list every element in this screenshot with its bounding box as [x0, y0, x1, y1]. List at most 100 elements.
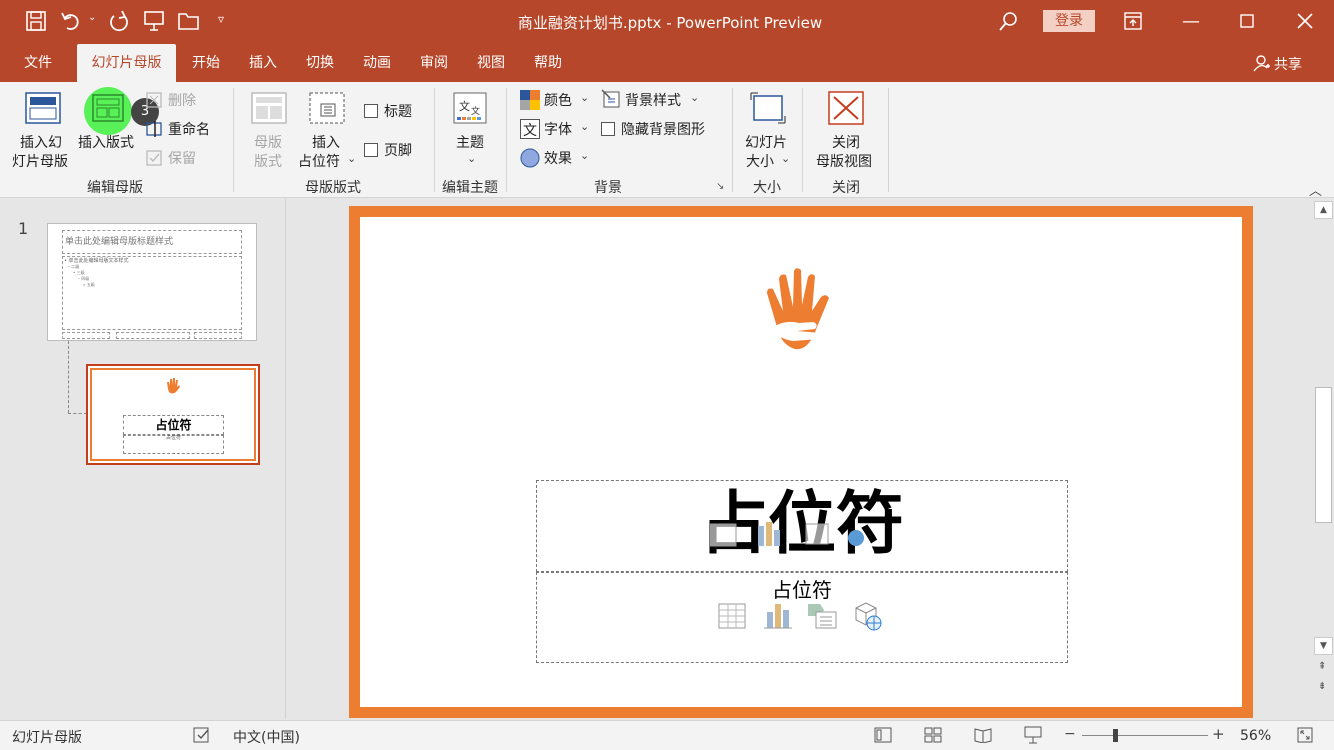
insert-layout-button[interactable]: 插入版式 — [78, 132, 134, 152]
effects-button[interactable]: 效果 — [544, 148, 572, 168]
title-checkbox[interactable]: 标题 — [364, 101, 412, 121]
group-size-label: 大小 — [753, 180, 781, 196]
insert-chart-icon[interactable] — [764, 602, 792, 630]
slide-canvas[interactable]: 占位符 占位符 — [349, 206, 1253, 718]
share-icon[interactable] — [1253, 54, 1271, 72]
insert-slide-master-label-2[interactable]: 灯片母版 — [12, 151, 68, 171]
insert-placeholder-label-2[interactable]: 占位符 — [298, 151, 340, 171]
normal-view-icon[interactable] — [874, 727, 892, 743]
background-styles-button[interactable]: 背景样式 — [625, 90, 681, 110]
language-indicator[interactable]: 中文(中国) — [233, 727, 300, 747]
slide-size-dropdown-icon[interactable]: ⌄ — [781, 152, 790, 165]
master-thumb-text: • 单击此处编辑母版文本样式 — [64, 258, 129, 264]
themes-dropdown-icon[interactable]: ⌄ — [467, 152, 476, 165]
redo-icon[interactable] — [108, 10, 130, 32]
view-name: 幻灯片母版 — [12, 730, 82, 746]
svg-text:文: 文 — [523, 123, 537, 139]
placeholder-dropdown-icon[interactable]: ⌄ — [347, 152, 356, 165]
master-layout-label-2[interactable]: 版式 — [254, 151, 282, 171]
ribbon-tabs: 文件 幻灯片母版 开始 插入 切换 动画 审阅 视图 帮助 共享 — [0, 44, 1334, 82]
scroll-down-icon[interactable]: ▼ — [1314, 637, 1333, 655]
themes-button[interactable]: 主题 — [456, 132, 484, 152]
share-button[interactable]: 共享 — [1274, 54, 1302, 74]
fit-to-window-icon[interactable] — [1297, 727, 1313, 743]
close-icon[interactable] — [1297, 13, 1313, 29]
rename-button[interactable]: 重命名 — [168, 119, 210, 139]
close-master-label-2[interactable]: 母版视图 — [816, 151, 872, 171]
slide-size-label-1[interactable]: 幻灯片 — [745, 132, 787, 152]
present-icon[interactable] — [143, 10, 165, 32]
layout-thumbnail[interactable]: 占位符 占位符 — [86, 364, 260, 465]
separator — [233, 88, 234, 192]
open-folder-icon[interactable] — [178, 11, 200, 31]
undo-dropdown-icon[interactable]: ⌄ — [88, 12, 96, 23]
layout-thumb-sub: 占位符 — [165, 435, 181, 441]
minimize-icon[interactable]: — — [1168, 0, 1214, 44]
slideshow-icon[interactable] — [1024, 726, 1042, 744]
svg-text:文: 文 — [459, 99, 470, 113]
content-placeholder-text[interactable]: 占位符 — [536, 574, 1068, 603]
accessibility-icon[interactable] — [193, 727, 211, 743]
scroll-thumb[interactable] — [1315, 387, 1332, 523]
group-edit-master-label: 编辑母版 — [87, 180, 143, 196]
insert-table-icon[interactable] — [718, 602, 746, 630]
background-styles-icon — [601, 89, 620, 108]
tab-review[interactable]: 审阅 — [410, 52, 458, 82]
collapse-ribbon-icon[interactable]: ︿ — [1309, 180, 1322, 199]
tab-view[interactable]: 视图 — [467, 52, 515, 82]
zoom-slider-thumb[interactable] — [1113, 729, 1118, 742]
zoom-out-icon[interactable]: − — [1064, 726, 1076, 742]
search-icon[interactable] — [998, 11, 1018, 33]
footer-checkbox[interactable]: 页脚 — [364, 140, 412, 160]
tab-transitions[interactable]: 切换 — [296, 52, 344, 82]
reading-view-icon[interactable] — [974, 727, 992, 743]
delete-button[interactable]: 删除 — [168, 90, 196, 110]
close-master-label-1[interactable]: 关闭 — [832, 132, 860, 152]
next-slide-icon[interactable]: ⇟ — [1318, 681, 1326, 692]
insert-layout-icon — [92, 94, 124, 122]
slide-size-label-2[interactable]: 大小 — [746, 151, 774, 171]
dialog-launcher-icon[interactable]: ↘ — [716, 181, 724, 192]
insert-3d-model-icon[interactable] — [852, 600, 884, 632]
separator — [888, 88, 889, 192]
master-thumbnail[interactable]: 单击此处编辑母版标题样式 • 单击此处编辑母版文本样式 – 二级 • 三级 – … — [47, 223, 257, 341]
tab-help[interactable]: 帮助 — [524, 52, 572, 82]
ribbon: 插入幻 灯片母版 3 插入版式 删除 重命名 保留 编辑母版 母版 版式 插入 … — [0, 82, 1334, 199]
scroll-up-icon[interactable]: ▲ — [1314, 201, 1333, 219]
vertical-scrollbar[interactable]: ▲ ▼ ⇞ ⇟ — [1313, 199, 1334, 719]
effects-dropdown-icon[interactable]: ⌄ — [580, 149, 589, 162]
insert-slide-master-label-1[interactable]: 插入幻 — [20, 132, 62, 152]
tab-file[interactable]: 文件 — [14, 52, 62, 82]
tab-insert[interactable]: 插入 — [239, 52, 287, 82]
insert-placeholder-label-1[interactable]: 插入 — [312, 132, 340, 152]
maximize-icon[interactable] — [1240, 14, 1254, 28]
fonts-dropdown-icon[interactable]: ⌄ — [580, 120, 589, 133]
insert-smartart-icon[interactable] — [806, 602, 838, 630]
tab-slide-master[interactable]: 幻灯片母版 — [77, 44, 176, 82]
ribbon-display-icon[interactable] — [1124, 12, 1142, 30]
login-button[interactable]: 登录 — [1043, 10, 1095, 32]
master-layout-label-1[interactable]: 母版 — [254, 132, 282, 152]
preserve-button[interactable]: 保留 — [168, 148, 196, 168]
tab-animations[interactable]: 动画 — [353, 52, 401, 82]
customize-qat-icon[interactable]: ▿ — [218, 12, 224, 26]
zoom-slider[interactable] — [1082, 735, 1208, 736]
save-icon[interactable] — [26, 11, 46, 31]
zoom-in-icon[interactable]: + — [1212, 725, 1225, 743]
tab-home[interactable]: 开始 — [182, 52, 230, 82]
status-bar: 幻灯片母版 中文(中国) − + 56% — [0, 720, 1334, 750]
undo-icon[interactable] — [60, 10, 82, 32]
background-styles-dropdown-icon[interactable]: ⌄ — [690, 91, 699, 104]
hide-background-checkbox[interactable]: 隐藏背景图形 — [601, 119, 705, 139]
slide-sorter-icon[interactable] — [924, 727, 942, 743]
rename-icon — [146, 121, 162, 137]
master-layout-icon — [251, 92, 287, 124]
colors-dropdown-icon[interactable]: ⌄ — [580, 91, 589, 104]
previous-slide-icon[interactable]: ⇞ — [1318, 661, 1326, 672]
colors-button[interactable]: 颜色 — [544, 90, 572, 110]
fonts-button[interactable]: 字体 — [544, 119, 572, 139]
thumb-connector — [68, 413, 87, 414]
thumb-connector — [68, 341, 69, 413]
zoom-level[interactable]: 56% — [1240, 728, 1271, 744]
close-master-view-icon — [828, 91, 864, 125]
